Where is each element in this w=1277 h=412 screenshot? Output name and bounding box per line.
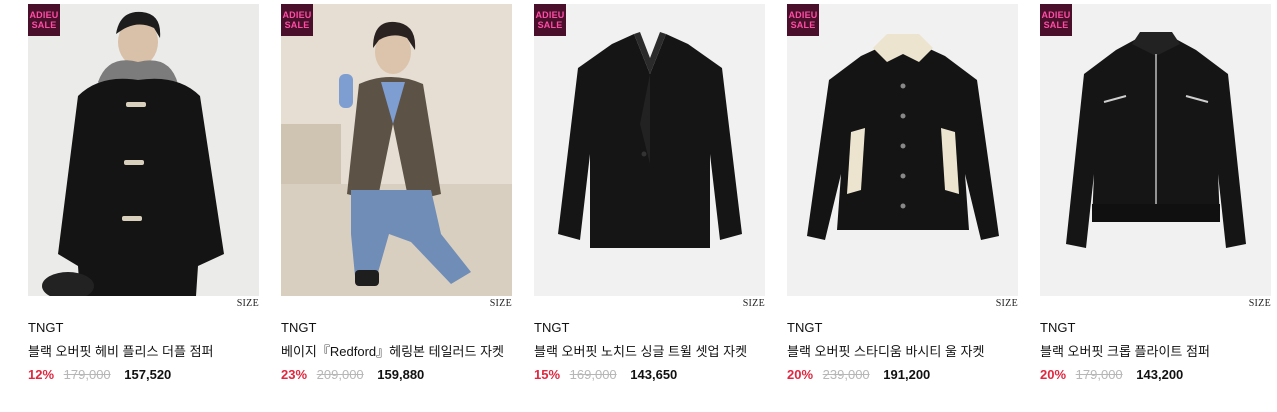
product-card[interactable]: ADIEU SALE SIZE TNGT 블랙 오버핏 노치드 싱글 트윌 셋업…: [534, 4, 765, 382]
original-price: 239,000: [822, 367, 870, 382]
discount-rate: 20%: [1040, 367, 1067, 382]
price-row: 12% 179,000 157,520: [28, 367, 171, 382]
sale-price: 143,200: [1136, 367, 1184, 382]
product-card[interactable]: ADIEU SALE SIZE TNGT 블랙 오버핏 크롭 플라이트 점퍼 2…: [1040, 4, 1271, 382]
sale-price: 143,650: [630, 367, 678, 382]
adieu-sale-badge: ADIEU SALE: [281, 4, 313, 36]
size-link[interactable]: SIZE: [743, 298, 765, 309]
product-brand[interactable]: TNGT: [1040, 320, 1075, 335]
adieu-sale-badge: ADIEU SALE: [534, 4, 566, 36]
discount-rate: 15%: [534, 367, 561, 382]
product-card[interactable]: ADIEU SALE SIZE TNGT 블랙 오버핏 스타디움 바시티 울 자…: [787, 4, 1018, 382]
sale-price: 191,200: [883, 367, 931, 382]
product-title[interactable]: 블랙 오버핏 노치드 싱글 트윌 셋업 자켓: [534, 341, 747, 360]
product-card[interactable]: ADIEU SALE SIZE TNGT 베이지『Redford』헤링본 테일러…: [281, 4, 512, 382]
price-row: 20% 179,000 143,200: [1040, 367, 1183, 382]
product-image[interactable]: ADIEU SALE: [534, 4, 765, 296]
product-grid: ADIEU SALE SIZE TNGT 블랙 오버핏 헤비 플리스 더플 점퍼…: [0, 0, 1277, 412]
original-price: 179,000: [1075, 367, 1123, 382]
product-brand[interactable]: TNGT: [281, 320, 316, 335]
product-image[interactable]: ADIEU SALE: [28, 4, 259, 296]
price-row: 15% 169,000 143,650: [534, 367, 677, 382]
size-link[interactable]: SIZE: [996, 298, 1018, 309]
original-price: 209,000: [316, 367, 364, 382]
discount-rate: 12%: [28, 367, 55, 382]
price-row: 20% 239,000 191,200: [787, 367, 930, 382]
product-card[interactable]: ADIEU SALE SIZE TNGT 블랙 오버핏 헤비 플리스 더플 점퍼…: [28, 4, 259, 382]
size-link[interactable]: SIZE: [1249, 298, 1271, 309]
sale-price: 159,880: [377, 367, 425, 382]
product-brand[interactable]: TNGT: [787, 320, 822, 335]
product-title[interactable]: 블랙 오버핏 스타디움 바시티 울 자켓: [787, 341, 984, 360]
size-link[interactable]: SIZE: [237, 298, 259, 309]
sale-price: 157,520: [124, 367, 172, 382]
product-brand[interactable]: TNGT: [534, 320, 569, 335]
adieu-sale-badge: ADIEU SALE: [28, 4, 60, 36]
product-title[interactable]: 블랙 오버핏 크롭 플라이트 점퍼: [1040, 341, 1210, 360]
original-price: 169,000: [569, 367, 617, 382]
product-image[interactable]: ADIEU SALE: [787, 4, 1018, 296]
product-image[interactable]: ADIEU SALE: [281, 4, 512, 296]
discount-rate: 20%: [787, 367, 814, 382]
product-title[interactable]: 베이지『Redford』헤링본 테일러드 자켓: [281, 341, 504, 360]
product-image[interactable]: ADIEU SALE: [1040, 4, 1271, 296]
size-link[interactable]: SIZE: [490, 298, 512, 309]
adieu-sale-badge: ADIEU SALE: [787, 4, 819, 36]
product-brand[interactable]: TNGT: [28, 320, 63, 335]
adieu-sale-badge: ADIEU SALE: [1040, 4, 1072, 36]
price-row: 23% 209,000 159,880: [281, 367, 424, 382]
discount-rate: 23%: [281, 367, 308, 382]
product-title[interactable]: 블랙 오버핏 헤비 플리스 더플 점퍼: [28, 341, 214, 360]
original-price: 179,000: [63, 367, 111, 382]
